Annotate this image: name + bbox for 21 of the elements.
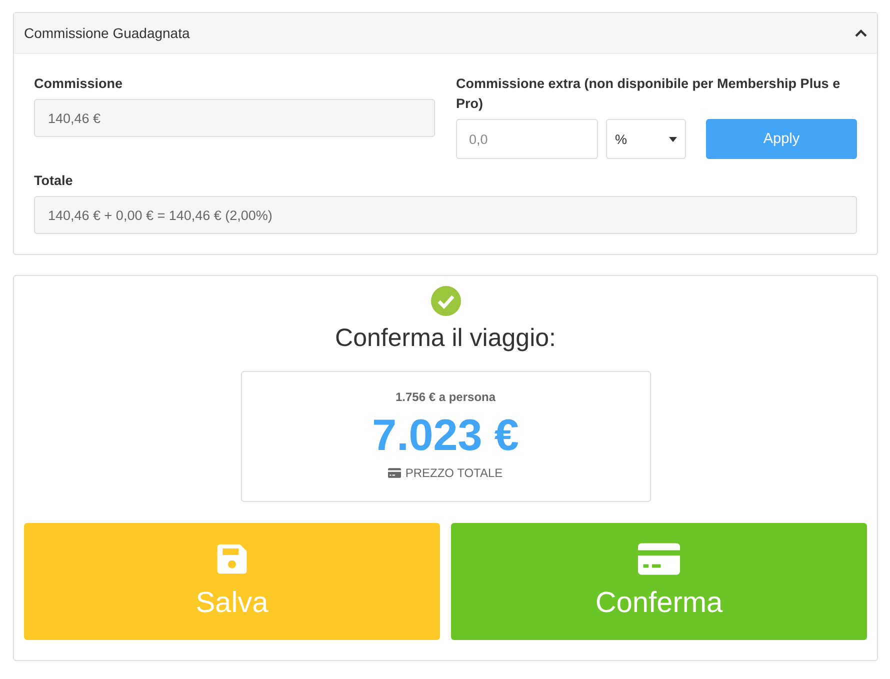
price-caption: PREZZO TOTALE xyxy=(405,466,503,480)
apply-button[interactable]: Apply xyxy=(706,119,857,159)
commission-field: 140,46 € xyxy=(34,99,435,137)
field-label: Totale xyxy=(34,172,74,190)
total-field: 140,46 € + 0,00 € = 140,46 € (2,00%) xyxy=(34,196,857,234)
caret-down-icon xyxy=(669,136,677,142)
panel-title: Commissione Guadagnata xyxy=(24,25,190,41)
extra-commission-input[interactable]: 0,0 xyxy=(456,119,598,159)
field-label: Commissione extra (non disponibile per Membership Plus e Pro) xyxy=(456,75,842,113)
field-label: Commissione xyxy=(34,75,124,93)
credit-card-icon xyxy=(638,543,680,575)
price-per-person: 1.756 € a persona xyxy=(395,390,496,404)
confirm-button[interactable]: Conferma xyxy=(451,523,867,640)
credit-card-icon xyxy=(388,468,402,478)
check-circle-icon xyxy=(430,286,460,316)
total-price: 7.023 € xyxy=(372,410,519,462)
confirm-title: Conferma il viaggio: xyxy=(335,324,556,353)
save-button[interactable]: Salva xyxy=(24,523,440,640)
chevron-up-icon[interactable] xyxy=(855,29,867,37)
panel-header[interactable]: Commissione Guadagnata xyxy=(14,13,877,54)
unit-dropdown[interactable]: % xyxy=(606,119,686,159)
